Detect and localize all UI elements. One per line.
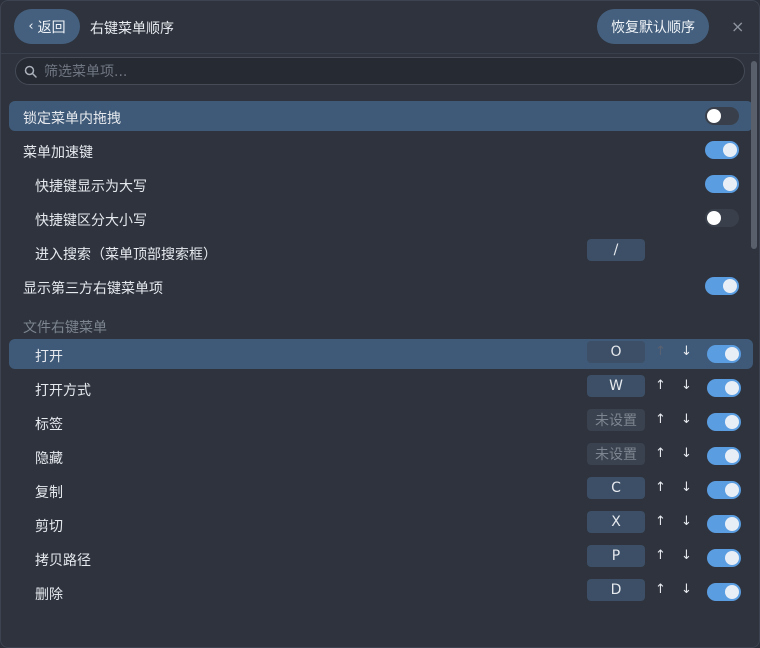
toggle-switch[interactable]: [707, 515, 741, 533]
menu-item-row[interactable]: 打开方式 W ↑ ↓: [9, 373, 753, 403]
setting-label: 显示第三方右键菜单项: [23, 281, 163, 297]
shortcut-key-field[interactable]: 未设置: [587, 409, 645, 431]
toggle-switch[interactable]: [705, 141, 739, 159]
search-box: [15, 57, 745, 85]
shortcut-key-field[interactable]: X: [587, 511, 645, 533]
toggle-switch[interactable]: [705, 277, 739, 295]
toggle-knob: [723, 143, 737, 157]
setting-label: 快捷键区分大小写: [35, 213, 147, 229]
back-button[interactable]: ‹ 返回: [14, 9, 80, 44]
arrow-up-icon[interactable]: ↑: [655, 378, 666, 393]
toggle-knob: [707, 211, 721, 225]
toggle-switch[interactable]: [707, 481, 741, 499]
menu-item-row[interactable]: 拷贝路径 P ↑ ↓: [9, 543, 753, 573]
toggle-switch[interactable]: [705, 175, 739, 193]
toggle-switch[interactable]: [705, 209, 739, 227]
toggle-switch[interactable]: [705, 107, 739, 125]
menu-item-label: 删除: [35, 587, 63, 603]
menu-item-label: 隐藏: [35, 451, 63, 467]
context-menu-order-window: ‹ 返回 右键菜单顺序 恢复默认顺序 × 锁定菜单内拖拽菜单加速键快捷键显示为大…: [0, 0, 760, 648]
shortcut-key-field[interactable]: W: [587, 375, 645, 397]
setting-row[interactable]: 锁定菜单内拖拽: [9, 101, 753, 131]
menu-item-row[interactable]: 剪切 X ↑ ↓: [9, 509, 753, 539]
setting-row[interactable]: 菜单加速键: [9, 135, 753, 165]
menu-item-row[interactable]: 隐藏 未设置 ↑ ↓: [9, 441, 753, 471]
arrow-down-icon[interactable]: ↓: [681, 582, 692, 597]
search-icon: [24, 65, 37, 78]
menu-item-label: 剪切: [35, 519, 63, 535]
chevron-left-icon: ‹: [28, 19, 34, 34]
menu-item-row[interactable]: 打开 O ↑ ↓: [9, 339, 753, 369]
arrow-up-icon[interactable]: ↑: [655, 582, 666, 597]
section-title: 文件右键菜单: [23, 320, 107, 336]
arrow-up-icon[interactable]: ↑: [655, 446, 666, 461]
toggle-knob: [725, 415, 739, 429]
toggle-knob: [725, 517, 739, 531]
toggle-switch[interactable]: [707, 549, 741, 567]
arrow-up-icon[interactable]: ↑: [655, 514, 666, 529]
toggle-knob: [725, 381, 739, 395]
shortcut-key-field[interactable]: /: [587, 239, 645, 261]
toggle-switch[interactable]: [707, 379, 741, 397]
toggle-switch[interactable]: [707, 583, 741, 601]
toggle-knob: [725, 585, 739, 599]
arrow-down-icon[interactable]: ↓: [681, 514, 692, 529]
toggle-knob: [725, 449, 739, 463]
menu-item-row[interactable]: 复制 C ↑ ↓: [9, 475, 753, 505]
setting-row[interactable]: 快捷键显示为大写: [9, 169, 753, 199]
toggle-knob: [725, 347, 739, 361]
page-title: 右键菜单顺序: [90, 21, 174, 37]
shortcut-key-field[interactable]: O: [587, 341, 645, 363]
header-bar: ‹ 返回 右键菜单顺序 恢复默认顺序 ×: [1, 1, 759, 54]
toggle-knob: [725, 483, 739, 497]
close-icon[interactable]: ×: [731, 17, 744, 36]
arrow-down-icon[interactable]: ↓: [681, 446, 692, 461]
arrow-up-icon[interactable]: ↑: [655, 412, 666, 427]
menu-item-label: 打开方式: [35, 383, 91, 399]
menu-item-label: 拷贝路径: [35, 553, 91, 569]
setting-row[interactable]: 快捷键区分大小写: [9, 203, 753, 233]
setting-label: 进入搜索（菜单顶部搜索框）: [35, 247, 217, 263]
arrow-down-icon[interactable]: ↓: [681, 480, 692, 495]
arrow-up-icon[interactable]: ↑: [655, 344, 666, 359]
shortcut-key-field[interactable]: C: [587, 477, 645, 499]
toggle-knob: [725, 551, 739, 565]
arrow-down-icon[interactable]: ↓: [681, 548, 692, 563]
toggle-switch[interactable]: [707, 345, 741, 363]
toggle-knob: [723, 279, 737, 293]
toggle-knob: [707, 109, 721, 123]
menu-item-label: 复制: [35, 485, 63, 501]
toggle-knob: [723, 177, 737, 191]
shortcut-key-field[interactable]: P: [587, 545, 645, 567]
search-input[interactable]: [42, 60, 736, 84]
setting-row[interactable]: 进入搜索（菜单顶部搜索框） /: [9, 237, 753, 267]
arrow-down-icon[interactable]: ↓: [681, 412, 692, 427]
arrow-up-icon[interactable]: ↑: [655, 480, 666, 495]
menu-item-label: 打开: [35, 349, 63, 365]
menu-item-row[interactable]: 标签 未设置 ↑ ↓: [9, 407, 753, 437]
shortcut-key-field[interactable]: 未设置: [587, 443, 645, 465]
menu-item-row[interactable]: 删除 D ↑ ↓: [9, 577, 753, 607]
back-button-label: 返回: [37, 19, 66, 36]
setting-label: 锁定菜单内拖拽: [23, 111, 121, 127]
arrow-down-icon[interactable]: ↓: [681, 344, 692, 359]
shortcut-key-field[interactable]: D: [587, 579, 645, 601]
arrow-down-icon[interactable]: ↓: [681, 378, 692, 393]
setting-label: 快捷键显示为大写: [35, 179, 147, 195]
restore-default-order-button[interactable]: 恢复默认顺序: [597, 9, 709, 44]
arrow-up-icon[interactable]: ↑: [655, 548, 666, 563]
setting-row[interactable]: 显示第三方右键菜单项: [9, 271, 753, 301]
scrollbar-thumb[interactable]: [751, 61, 757, 249]
setting-label: 菜单加速键: [23, 145, 93, 161]
toggle-switch[interactable]: [707, 413, 741, 431]
menu-item-label: 标签: [35, 417, 63, 433]
toggle-switch[interactable]: [707, 447, 741, 465]
